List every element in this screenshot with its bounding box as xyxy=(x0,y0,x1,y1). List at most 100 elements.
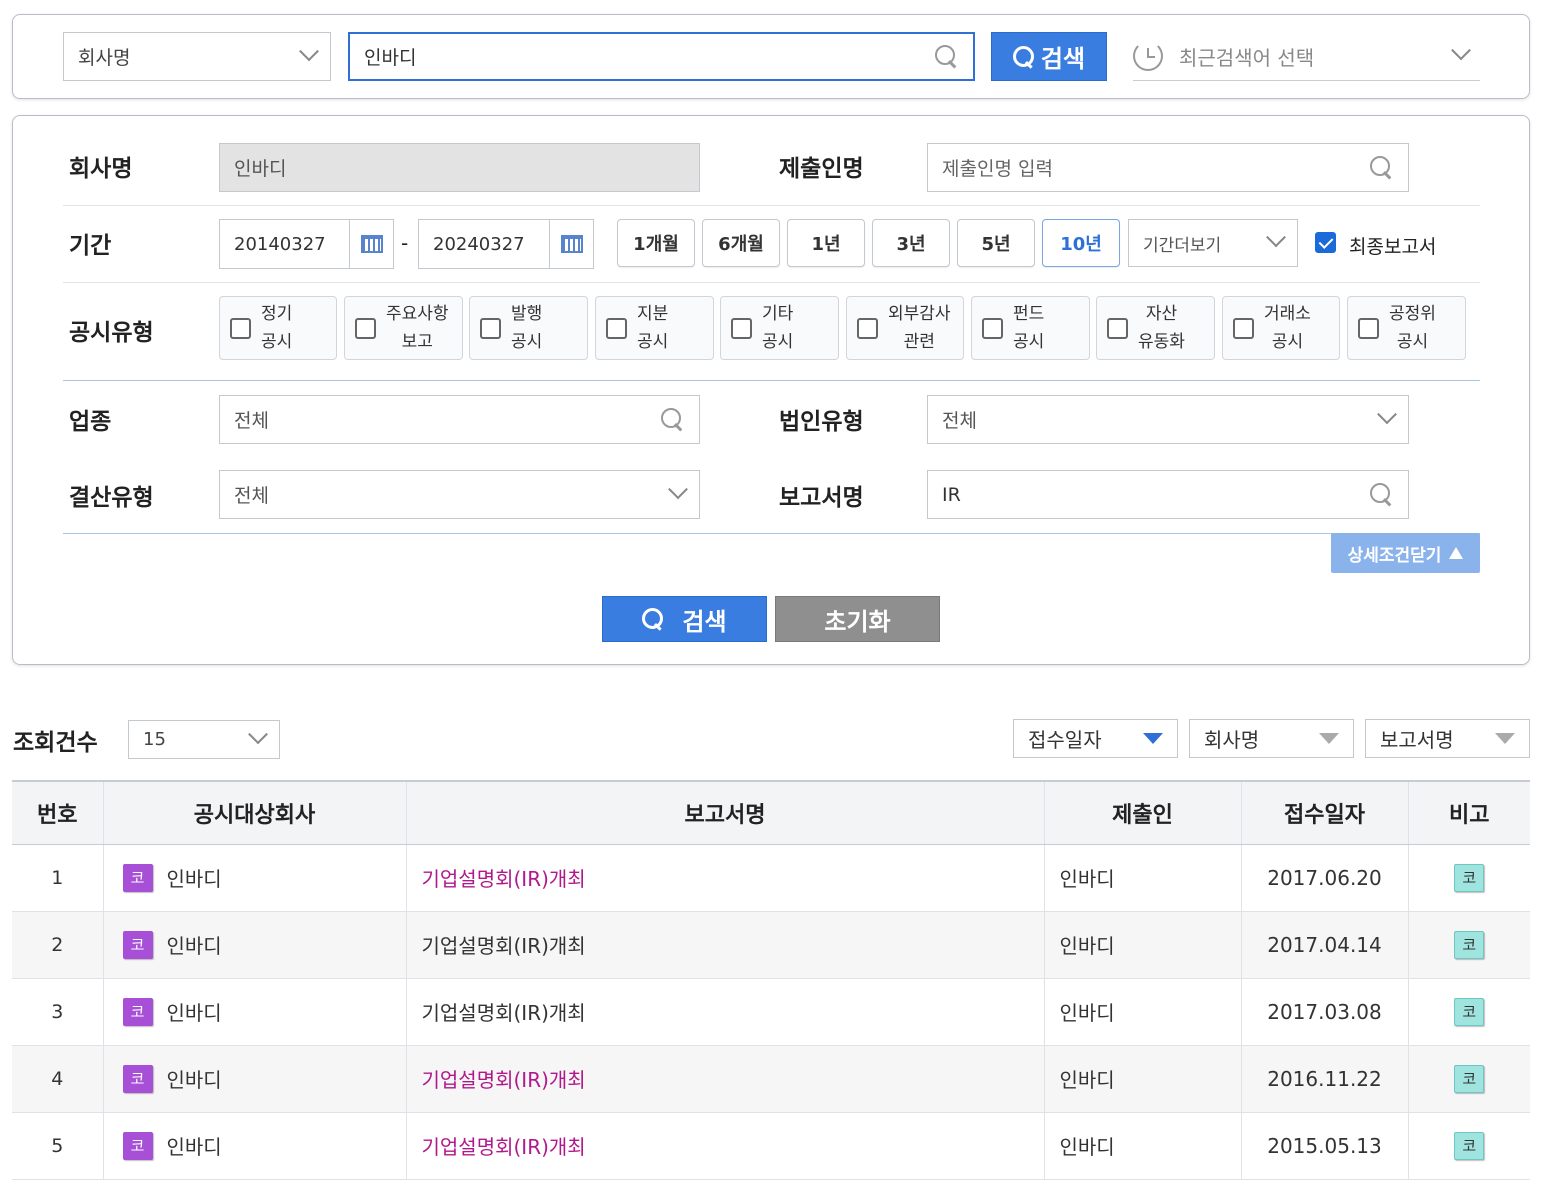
submitter-label: 제출인명 xyxy=(779,156,864,182)
pub-type-other[interactable]: 기타 공시 xyxy=(720,296,839,360)
col-header-date: 접수일자 xyxy=(1240,780,1408,845)
date-cell: 2017.06.20 xyxy=(1240,844,1408,912)
col-header-company: 공시대상회사 xyxy=(102,780,406,845)
pub-type-label-line2: 공시 xyxy=(511,332,543,352)
report-link[interactable]: 기업설명회(IR)개최 xyxy=(422,934,586,958)
pub-type-checkbox[interactable] xyxy=(606,317,627,339)
period-6-month-button[interactable]: 6개월 xyxy=(702,219,780,267)
chevron-down-icon xyxy=(1377,403,1397,424)
pub-type-label-line1: 기타 xyxy=(762,304,794,324)
corp-type-value: 전체 xyxy=(942,410,977,432)
detail-toggle-label: 상세조건닫기 xyxy=(1347,545,1442,566)
pub-type-label-line2: 공시 xyxy=(637,332,669,352)
pub-type-audit[interactable]: 외부감사 관련 xyxy=(846,296,964,360)
note-badge[interactable]: 코 xyxy=(1454,930,1485,959)
date-cell: 2016.11.22 xyxy=(1240,1045,1408,1113)
pub-type-checkbox[interactable] xyxy=(857,317,878,339)
report-link[interactable]: 기업설명회(IR)개최 xyxy=(422,867,586,891)
period-10-year-button[interactable]: 10년 xyxy=(1042,219,1120,267)
sort-company-select[interactable]: 회사명 xyxy=(1189,719,1354,758)
sort-report-select[interactable]: 보고서명 xyxy=(1365,719,1530,758)
note-badge[interactable]: 코 xyxy=(1454,863,1485,892)
report-link[interactable]: 기업설명회(IR)개최 xyxy=(422,1068,586,1092)
pub-type-major[interactable]: 주요사항 보고 xyxy=(344,296,463,360)
settle-type-select[interactable]: 전체 xyxy=(219,470,700,519)
divider xyxy=(63,282,1480,283)
pub-type-label-line1: 발행 xyxy=(511,304,543,324)
search-input[interactable]: 인바디 xyxy=(348,32,975,81)
submitter-cell: 인바디 xyxy=(1043,1112,1241,1180)
company-label: 회사명 xyxy=(69,156,133,182)
pub-type-label-line1: 주요사항 xyxy=(386,304,449,324)
calendar-button[interactable] xyxy=(349,220,393,268)
period-more-select[interactable]: 기간더보기 xyxy=(1128,219,1298,267)
note-badge[interactable]: 코 xyxy=(1454,1064,1485,1093)
pub-type-checkbox[interactable] xyxy=(1107,317,1128,339)
period-1-year-button[interactable]: 1년 xyxy=(787,219,865,267)
search-icon[interactable] xyxy=(1370,482,1394,507)
filter-search-button[interactable]: 검색 xyxy=(602,596,767,642)
pub-type-issuance[interactable]: 발행공시 xyxy=(469,296,588,360)
search-icon[interactable] xyxy=(935,44,959,69)
note-badge[interactable]: 코 xyxy=(1454,997,1485,1026)
pub-type-equity[interactable]: 지분 공시 xyxy=(595,296,714,360)
date-cell: 2017.04.14 xyxy=(1240,911,1408,979)
search-category-select[interactable]: 회사명 xyxy=(63,32,331,81)
submitter-input[interactable]: 제출인명 입력 xyxy=(927,143,1409,192)
search-icon[interactable] xyxy=(661,407,685,432)
period-1-month-button[interactable]: 1개월 xyxy=(617,219,695,267)
recent-search-select[interactable]: 최근검색어 선택 xyxy=(1133,32,1480,81)
pub-type-checkbox[interactable] xyxy=(982,317,1003,339)
pub-type-label-line2: 공시 xyxy=(1396,332,1429,352)
calendar-button[interactable] xyxy=(549,220,593,268)
reset-button[interactable]: 초기화 xyxy=(775,596,940,642)
company-link[interactable]: 인바디 xyxy=(167,1064,222,1093)
period-3-year-button[interactable]: 3년 xyxy=(872,219,950,267)
date-to-value: 20240327 xyxy=(433,233,525,255)
final-report-checkbox[interactable] xyxy=(1315,232,1336,253)
pub-type-checkbox[interactable] xyxy=(480,317,501,339)
pub-type-ftc[interactable]: 공정위 공시 xyxy=(1347,296,1466,360)
report-link[interactable]: 기업설명회(IR)개최 xyxy=(422,1135,586,1159)
table-row: 4 코 인바디 기업설명회(IR)개최 인바디 2016.11.22 코 xyxy=(12,1045,1530,1113)
date-to-field[interactable]: 20240327 xyxy=(418,219,594,269)
submitter-cell: 인바디 xyxy=(1043,911,1241,979)
period-5-year-button[interactable]: 5년 xyxy=(957,219,1035,267)
results-table: 번호 공시대상회사 보고서명 제출인 접수일자 비고 1 코 인바디 기업설명회(… xyxy=(12,780,1530,1180)
date-from-field[interactable]: 20140327 xyxy=(219,219,394,269)
pub-type-checkbox[interactable] xyxy=(1358,317,1379,339)
row-number: 4 xyxy=(12,1045,103,1113)
result-count-select[interactable]: 15 xyxy=(128,720,280,759)
submitter-cell: 인바디 xyxy=(1043,1045,1241,1113)
top-search-button[interactable]: 검색 xyxy=(991,32,1107,81)
company-link[interactable]: 인바디 xyxy=(167,930,222,959)
period-more-label: 기간더보기 xyxy=(1143,235,1222,256)
note-badge[interactable]: 코 xyxy=(1454,1131,1485,1160)
pub-type-checkbox[interactable] xyxy=(355,317,376,339)
pub-type-checkbox[interactable] xyxy=(1233,317,1254,339)
pub-type-exchange[interactable]: 거래소 공시 xyxy=(1222,296,1340,360)
company-link[interactable]: 인바디 xyxy=(167,997,222,1026)
company-link[interactable]: 인바디 xyxy=(167,863,222,892)
search-icon xyxy=(642,608,664,630)
submitter-cell: 인바디 xyxy=(1043,844,1241,912)
pub-type-fund[interactable]: 펀드 공시 xyxy=(971,296,1090,360)
row-number: 2 xyxy=(12,911,103,979)
report-name-input[interactable]: IR xyxy=(927,470,1409,519)
pub-type-regular[interactable]: 정기 공시 xyxy=(219,296,337,360)
pub-type-checkbox[interactable] xyxy=(731,317,752,339)
search-icon[interactable] xyxy=(1370,155,1394,180)
company-link[interactable]: 인바디 xyxy=(167,1131,222,1160)
chevron-down-icon xyxy=(248,723,268,744)
pub-type-checkbox[interactable] xyxy=(230,317,251,339)
filter-search-label: 검색 xyxy=(682,607,727,636)
corp-type-select[interactable]: 전체 xyxy=(927,395,1409,444)
detail-toggle-button[interactable]: 상세조건닫기 xyxy=(1331,533,1480,573)
pub-type-securitization[interactable]: 자산 유동화 xyxy=(1096,296,1215,360)
sort-date-select[interactable]: 접수일자 xyxy=(1013,719,1178,758)
row-number: 5 xyxy=(12,1112,103,1180)
industry-input[interactable]: 전체 xyxy=(219,395,700,444)
report-link[interactable]: 기업설명회(IR)개최 xyxy=(422,1001,586,1025)
date-from-value: 20140327 xyxy=(234,233,326,255)
sort-date-label: 접수일자 xyxy=(1028,728,1102,752)
